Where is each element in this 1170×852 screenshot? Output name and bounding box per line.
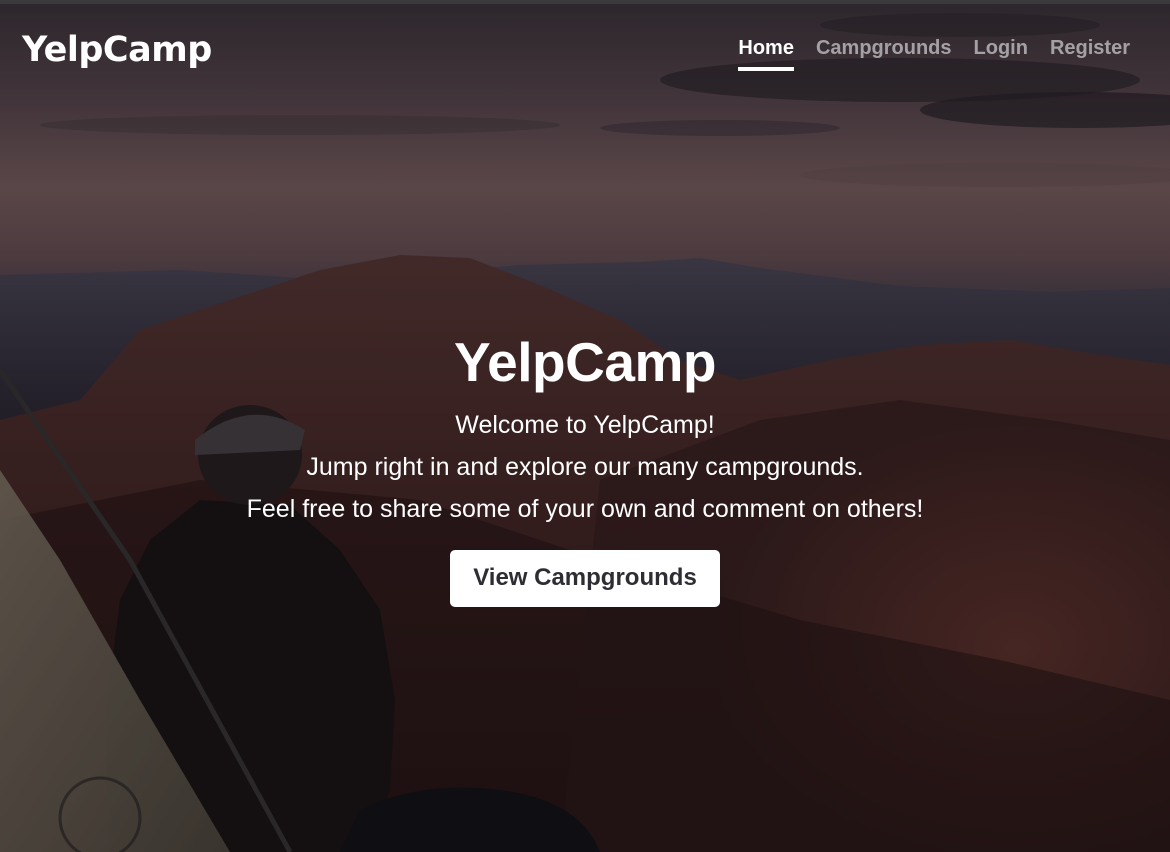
- hero-section: YelpCamp Welcome to YelpCamp! Jump right…: [0, 330, 1170, 607]
- window-top-border: [0, 0, 1170, 4]
- hero-explore-text: Jump right in and explore our many campg…: [306, 453, 864, 481]
- hero-share-text: Feel free to share some of your own and …: [246, 495, 924, 523]
- nav-link-home[interactable]: Home: [738, 37, 794, 71]
- hero-title: YelpCamp: [454, 331, 716, 393]
- nav-link-campgrounds[interactable]: Campgrounds: [816, 37, 952, 71]
- nav-link-register[interactable]: Register: [1050, 37, 1130, 71]
- view-campgrounds-button[interactable]: View Campgrounds: [450, 550, 720, 607]
- hero-welcome-text: Welcome to YelpCamp!: [455, 411, 715, 439]
- landing-page: YelpCamp Home Campgrounds Login Register…: [0, 0, 1170, 852]
- nav-link-login[interactable]: Login: [974, 37, 1028, 71]
- top-navbar: YelpCamp Home Campgrounds Login Register: [0, 4, 1170, 92]
- nav-links: Home Campgrounds Login Register: [738, 37, 1130, 71]
- brand-logo[interactable]: YelpCamp: [22, 30, 212, 70]
